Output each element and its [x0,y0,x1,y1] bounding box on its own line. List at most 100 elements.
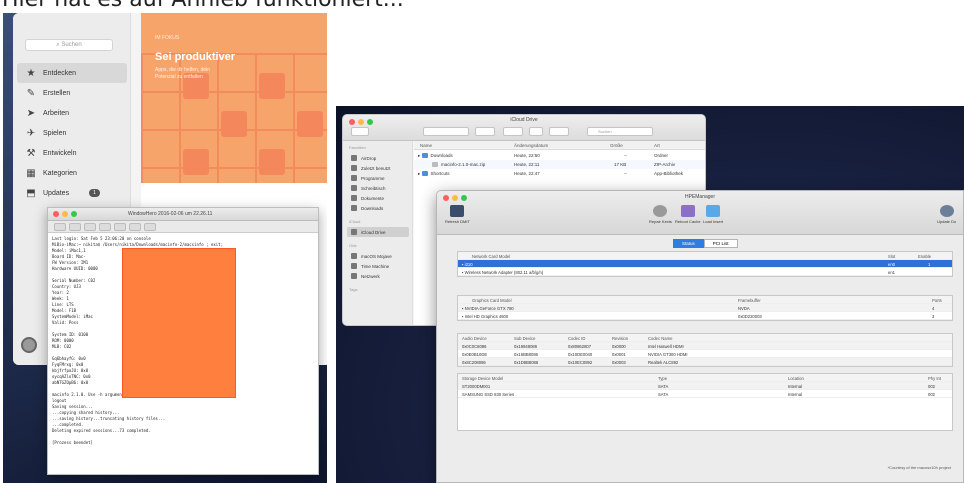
tab-status[interactable]: Status [673,239,704,248]
sidebar-item-kategorien[interactable]: ▦ Kategorien [17,163,127,183]
sidebar-item-airdrop[interactable]: AirDrop [347,153,409,163]
table-row[interactable]: 0x8C208086 0x1D8B8086 0x10EC0892 0x0003 … [458,358,952,366]
globe-icon [939,205,954,217]
terminal-line: [Prozess beendet] [52,440,93,445]
zoom-button[interactable] [71,211,77,217]
terminal-window[interactable]: WindowHero 2016-02-06 um 22.26.11 Last l… [47,207,319,475]
toolbar-button[interactable] [99,223,111,231]
purple-box-icon [680,205,695,217]
finder-search-input[interactable]: Suchen [587,127,653,136]
toolbar-button[interactable] [114,223,126,231]
column-header-kind[interactable]: Art [654,143,660,148]
document-icon [351,195,357,201]
app-store-search-input[interactable]: ⌕ Suchen [25,39,113,51]
graphics-table: Graphics Card Model Framebuffer Ports ▪ … [457,295,953,321]
terminal-titlebar[interactable]: WindowHero 2016-02-06 um 22.26.11 [48,208,318,221]
file-list-header: Name Änderungsdatum Größe Art [414,141,705,150]
left-screenshot: ⌕ Suchen ★ Entdecken ✎ Erstellen ➤ Arbeiten… [3,13,327,483]
toolbar-button[interactable] [69,223,81,231]
table-row[interactable]: SAMSUNG SSD 830 Series SATA Internal 002 [458,390,952,398]
tab-bar: Status PCI List [673,239,738,248]
update-button[interactable]: Update Do [937,205,956,224]
sidebar-item-macos-mojave[interactable]: macOS Mojave [347,251,409,261]
table-header: Storage Device Model Type Location Phy I… [458,374,952,382]
rocket-icon: ✈ [26,127,36,139]
blue-box-icon [706,205,720,217]
terminal-toolbar [48,221,318,233]
monitor-icon [450,205,465,217]
reboot-cache-button[interactable]: Reboot Cache [675,205,701,224]
column-header-size[interactable]: Größe [610,143,623,148]
sidebar-item-network[interactable]: Netzwerk [347,271,409,281]
disk-icon [351,263,357,269]
tab-pci-list[interactable]: PCI List [703,239,738,248]
table-row[interactable]: 0x0C0C8086 0x19848086 0x80862807 0x0000 … [458,342,952,350]
sidebar-item-entdecken[interactable]: ★ Entdecken [17,63,127,83]
toolbar-button[interactable] [129,223,141,231]
column-header-date[interactable]: Änderungsdatum [514,143,548,148]
sidebar-item-applications[interactable]: Programme [347,173,409,183]
table-row[interactable]: ▪ i210 en0 1 [458,260,952,268]
finder-titlebar[interactable]: iCloud Drive Suchen [343,115,705,141]
table-row[interactable]: macinfo-2.1.0-mac.zip Heute, 22:11 17 KB… [414,160,705,169]
group-button[interactable] [475,127,495,136]
sidebar-item-spielen[interactable]: ✈ Spielen [17,123,127,143]
sidebar-item-erstellen[interactable]: ✎ Erstellen [17,83,127,103]
updates-icon: ⬒ [26,187,36,199]
avatar[interactable] [21,337,37,353]
hero-title: Sei produktiver [155,51,236,63]
hero-tile [297,111,323,137]
sidebar-item-time-machine[interactable]: Time Machine [347,261,409,271]
table-empty-space [458,398,952,430]
sidebar-item-recents[interactable]: Zuletzt benutzt [347,163,409,173]
sidebar-item-icloud-drive[interactable]: iCloud Drive [347,227,409,237]
table-row[interactable]: ▪ NVIDIA GeForce GTX 780 NVDA 4 [458,304,952,312]
airdrop-icon [351,155,357,161]
hardware-manager-window[interactable]: HPEManager Refresh DMIT Repair Kexts Reb… [436,190,964,483]
sidebar-item-desktop[interactable]: Schreibtisch [347,183,409,193]
sidebar-item-entwickeln[interactable]: ⚒ Entwickeln [17,143,127,163]
share-button[interactable] [529,127,543,136]
paperplane-icon: ➤ [26,107,36,119]
column-header-name[interactable]: Name [420,143,432,148]
view-mode-buttons[interactable] [423,127,469,136]
star-icon: ★ [26,67,36,79]
finder-title: iCloud Drive [510,117,538,123]
toolbar-button[interactable] [84,223,96,231]
clock-icon [351,165,357,171]
globe-icon [351,273,357,279]
network-table: Network Card Model Slot Enable ▪ i210 en… [457,251,953,277]
disk-icon [351,253,357,259]
brush-icon: ✎ [26,87,36,99]
action-button[interactable] [503,127,523,136]
hero-tile [259,149,285,175]
table-row[interactable]: ▪ Wireless Network Adapter (802.11 a/b/g… [458,268,952,276]
sidebar-item-downloads[interactable]: Downloads [347,203,409,213]
table-row[interactable]: ▸ Shortcuts Heute, 22:47 -- App-Biblioth… [414,169,705,178]
table-row[interactable]: ▪ Intel HD Graphics 4600 0x0D220003 3 [458,312,952,320]
hero-tile [183,149,209,175]
table-header: Graphics Card Model Framebuffer Ports [458,296,952,304]
close-button[interactable] [53,211,59,217]
hero-subtitle: Apps, die dir helfen, dein Potenzial zu … [155,67,211,80]
toolbar-button[interactable] [54,223,66,231]
tag-button[interactable] [549,127,569,136]
hammer-icon: ⚒ [26,147,36,159]
refresh-dmit-button[interactable]: Refresh DMIT [445,205,470,224]
table-row[interactable]: 0x0E0B10DE 0x16BB8086 0x10DE0040 0x0001 … [458,350,952,358]
repair-kexts-button[interactable]: Repair Kexts [649,205,672,224]
sidebar-item-arbeiten[interactable]: ➤ Arbeiten [17,103,127,123]
back-forward-button[interactable] [351,127,369,136]
sidebar-item-updates[interactable]: ⬒ Updates 1 [17,183,127,203]
load-insert-button[interactable]: Load Insert [703,205,723,224]
table-row[interactable]: ST2000DM001 SATA Internal 002 [458,382,952,390]
hero-banner[interactable]: IM FOKUS Sei produktiver Apps, die dir h… [141,13,327,183]
gear-icon [653,205,668,217]
sidebar-item-documents[interactable]: Dokumente [347,193,409,203]
grid-icon: ▦ [26,167,36,179]
hw-title: HPEManager [684,194,715,200]
table-row[interactable]: ▸ Downloads Heute, 22:50 -- Ordner [414,151,705,160]
toolbar-button[interactable] [144,223,156,231]
minimize-button[interactable] [62,211,68,217]
finder-sidebar: Favoriten AirDrop Zuletzt benutzt Progra… [343,141,413,325]
